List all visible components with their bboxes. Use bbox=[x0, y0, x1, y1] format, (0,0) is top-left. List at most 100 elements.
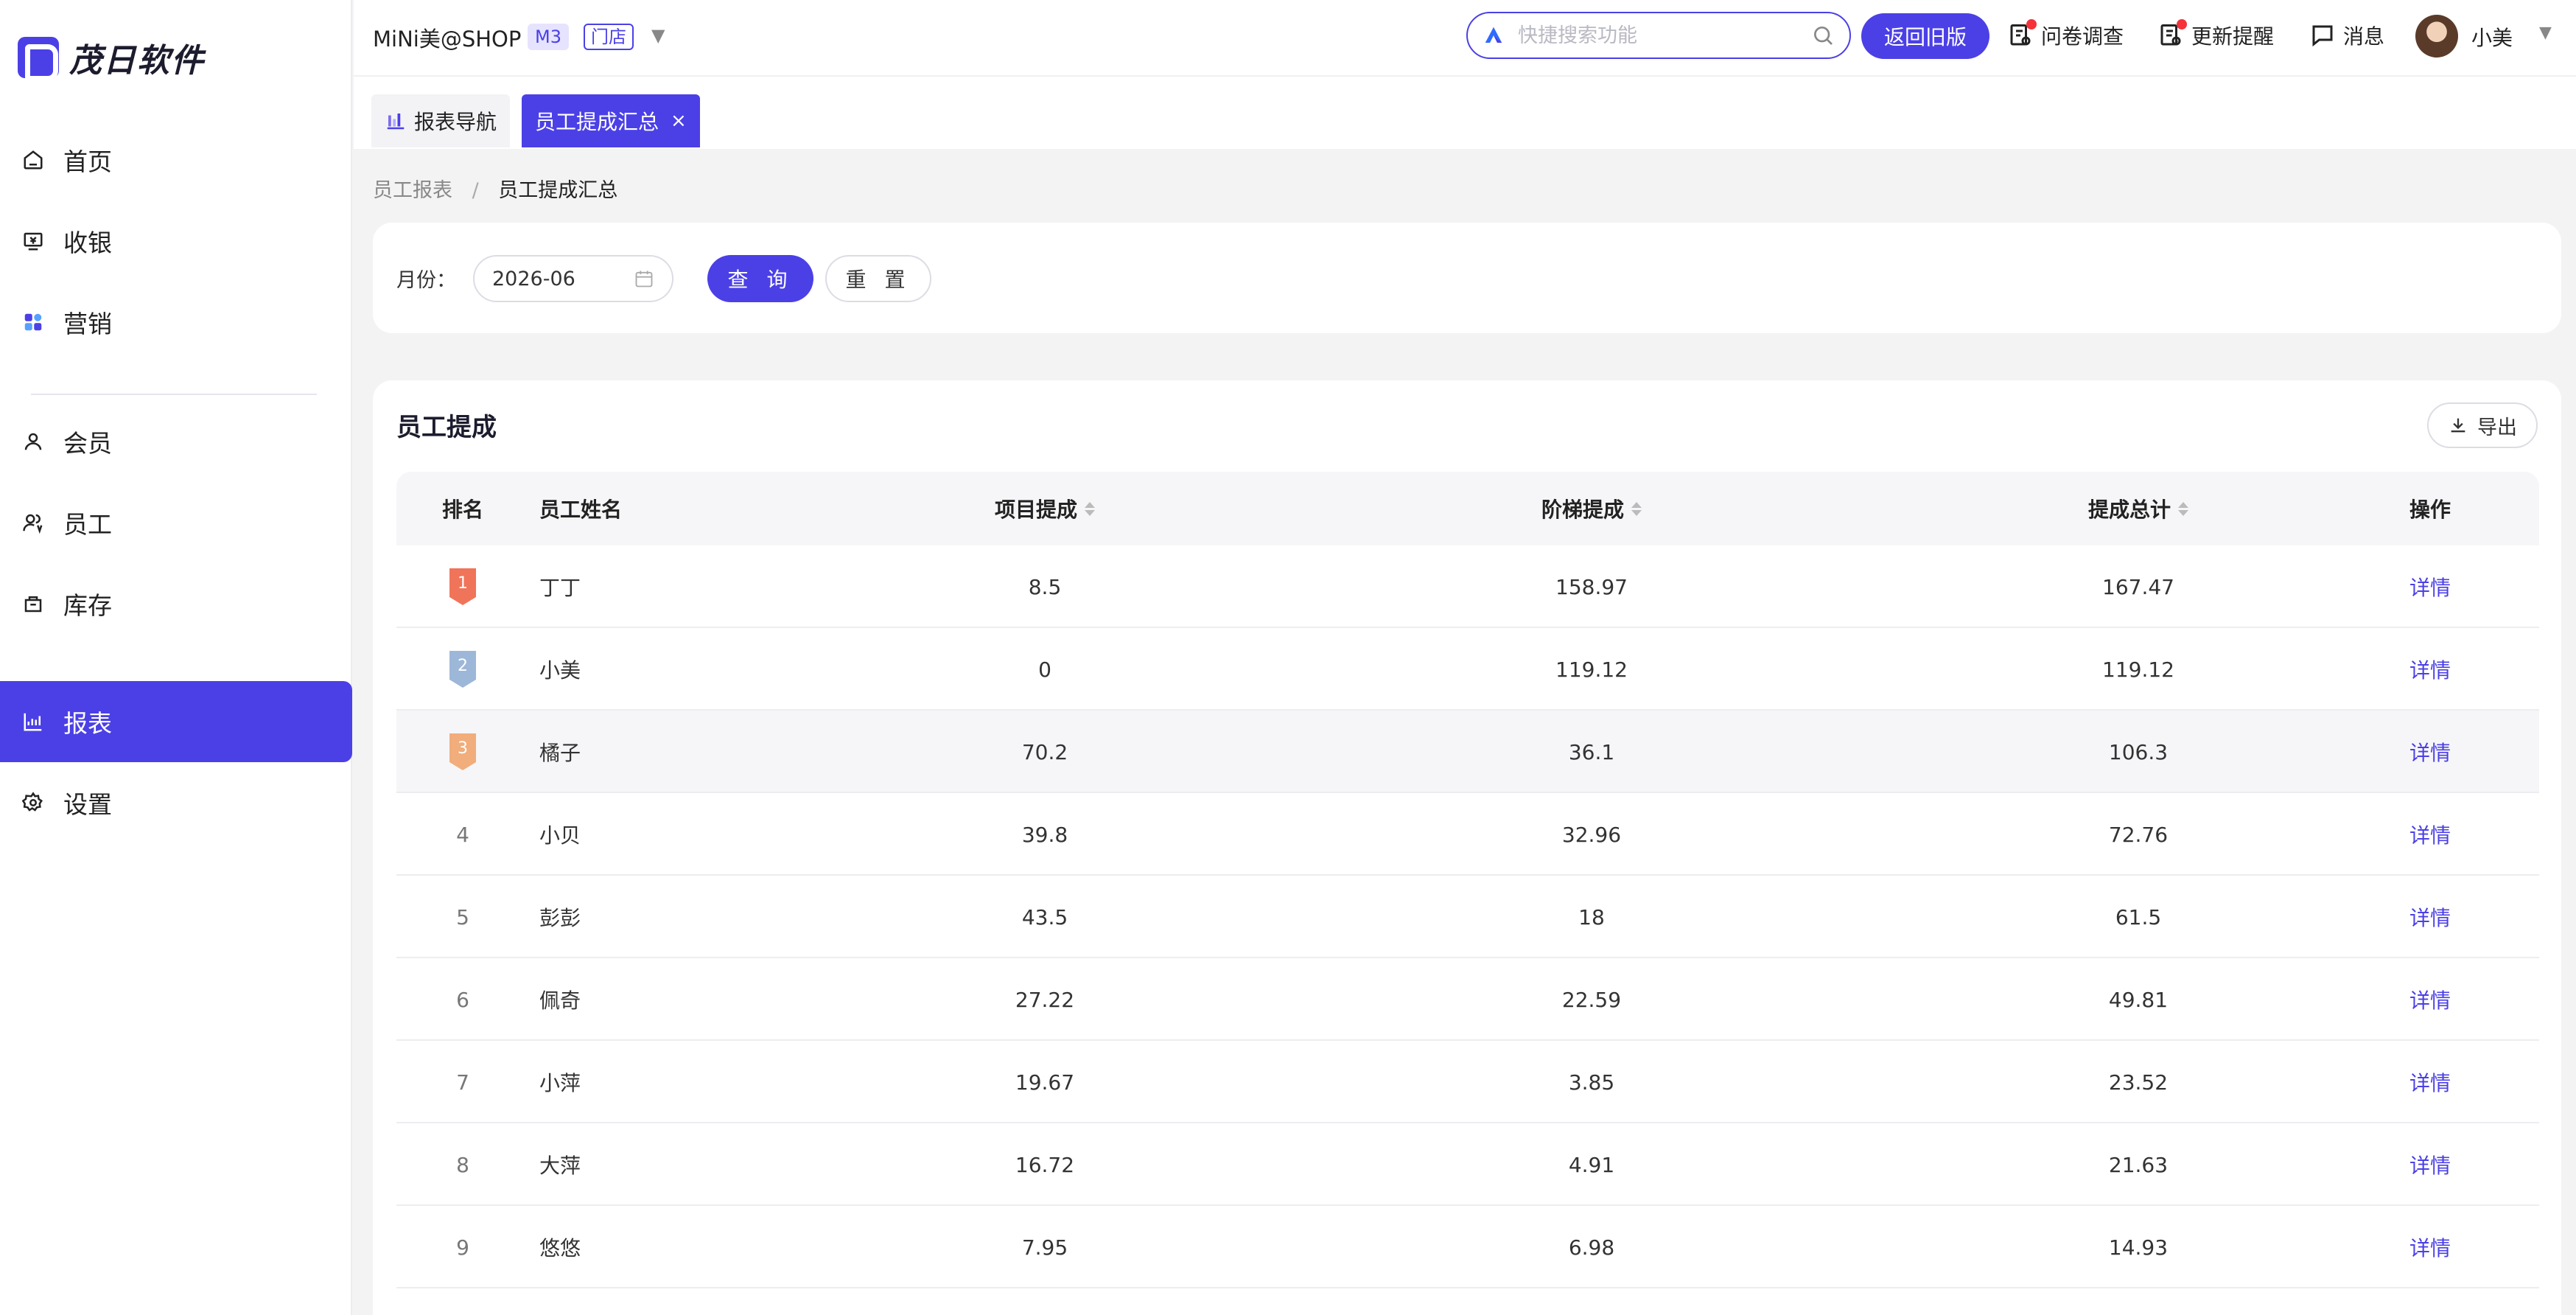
column-header-total-commission[interactable]: 提成总计 bbox=[1903, 472, 2374, 545]
breadcrumb-current: 员工提成汇总 bbox=[498, 179, 618, 202]
staff-icon bbox=[22, 512, 44, 534]
bronze-medal-icon: 3 bbox=[449, 733, 476, 770]
detail-link[interactable]: 详情 bbox=[2356, 1041, 2504, 1123]
month-picker[interactable]: 2026-06 bbox=[473, 255, 673, 302]
sidebar-item-label: 营销 bbox=[63, 310, 112, 338]
sidebar-item-cashier[interactable]: 收银 bbox=[0, 200, 352, 282]
sort-icon[interactable] bbox=[1085, 501, 1095, 516]
column-header-label: 项目提成 bbox=[994, 498, 1077, 522]
ai-search-logo-icon bbox=[1485, 27, 1502, 43]
shop-switch-chevron-down-icon[interactable]: ▼ bbox=[651, 25, 665, 46]
table-row: 2 小美 0 119.12 119.12 详情 bbox=[396, 628, 2539, 711]
rank-cell: 1 bbox=[396, 545, 529, 628]
project-commission-cell: 43.5 bbox=[1021, 904, 1068, 929]
rank-cell: 6 bbox=[456, 987, 469, 1012]
month-label: 月份： bbox=[396, 269, 456, 292]
cashier-icon bbox=[22, 230, 44, 252]
sidebar-item-label: 会员 bbox=[63, 429, 112, 458]
return-old-version-button[interactable]: 返回旧版 bbox=[1861, 13, 1989, 59]
project-commission-cell: 27.22 bbox=[1015, 987, 1075, 1012]
staff-name-cell: 丁丁 bbox=[539, 576, 581, 600]
tier-commission-cell: 32.96 bbox=[1561, 822, 1622, 847]
detail-link[interactable]: 详情 bbox=[2356, 876, 2504, 958]
search-input[interactable] bbox=[1518, 24, 1811, 47]
tier-commission-cell: 158.97 bbox=[1555, 574, 1628, 599]
commission-table: 排名 员工姓名 项目提成 阶梯提成 提成总计 操作 1 丁丁 8.5 158.9… bbox=[396, 472, 2539, 1288]
message-label: 消息 bbox=[2343, 24, 2385, 49]
rank-cell: 5 bbox=[456, 904, 469, 929]
staff-name-cell: 大萍 bbox=[539, 1154, 581, 1178]
sidebar-item-marketing[interactable]: 营销 bbox=[0, 282, 352, 363]
breadcrumb-separator: / bbox=[472, 179, 479, 202]
project-commission-cell: 0 bbox=[1038, 657, 1051, 682]
detail-link[interactable]: 详情 bbox=[2356, 711, 2504, 793]
column-header-tier-commission[interactable]: 阶梯提成 bbox=[1356, 472, 1827, 545]
query-button[interactable]: 查 询 bbox=[707, 255, 813, 302]
survey-link[interactable]: 问卷调查 bbox=[2007, 19, 2124, 52]
total-commission-cell: 21.63 bbox=[2108, 1152, 2169, 1177]
project-commission-cell: 19.67 bbox=[1015, 1070, 1075, 1095]
staff-name-cell: 悠悠 bbox=[539, 1236, 581, 1260]
calendar-icon bbox=[635, 271, 653, 287]
tier-commission-cell: 119.12 bbox=[1555, 657, 1628, 682]
sidebar-item-member[interactable]: 会员 bbox=[0, 401, 352, 482]
breadcrumb-parent[interactable]: 员工报表 bbox=[373, 179, 452, 202]
search-icon[interactable] bbox=[1811, 24, 1835, 47]
detail-link[interactable]: 详情 bbox=[2356, 958, 2504, 1041]
total-commission-cell: 167.47 bbox=[2102, 574, 2174, 599]
sort-icon[interactable] bbox=[2178, 501, 2188, 516]
survey-notification-dot bbox=[2026, 19, 2037, 29]
tab-report-navigation[interactable]: 报表导航 bbox=[371, 94, 511, 147]
sidebar-item-staff[interactable]: 员工 bbox=[0, 482, 352, 563]
page-tabs: 报表导航 员工提成汇总 × bbox=[354, 77, 2576, 149]
table-row: 7 小萍 19.67 3.85 23.52 详情 bbox=[396, 1041, 2539, 1123]
sort-icon[interactable] bbox=[1631, 501, 1642, 516]
table-row: 5 彭彭 43.5 18 61.5 详情 bbox=[396, 876, 2539, 958]
app-logo[interactable]: 茂日软件 bbox=[18, 37, 205, 81]
messages-link[interactable]: 消息 bbox=[2309, 19, 2384, 52]
detail-link[interactable]: 详情 bbox=[2356, 1123, 2504, 1206]
column-header-label: 阶梯提成 bbox=[1541, 498, 1624, 522]
member-icon bbox=[22, 430, 44, 453]
update-label: 更新提醒 bbox=[2191, 24, 2275, 49]
card-title: 员工提成 bbox=[396, 413, 497, 442]
total-commission-cell: 14.93 bbox=[2108, 1235, 2169, 1260]
staff-name-cell: 彭彭 bbox=[539, 906, 581, 930]
reset-button[interactable]: 重 置 bbox=[825, 255, 931, 302]
export-button[interactable]: 导出 bbox=[2427, 402, 2538, 448]
detail-link[interactable]: 详情 bbox=[2356, 545, 2504, 628]
sidebar-item-inventory[interactable]: 库存 bbox=[0, 563, 352, 644]
menu-divider bbox=[31, 394, 317, 395]
tab-staff-commission-summary[interactable]: 员工提成汇总 × bbox=[522, 94, 700, 147]
detail-link[interactable]: 详情 bbox=[2356, 793, 2504, 876]
tier-commission-cell: 36.1 bbox=[1568, 739, 1615, 764]
quick-search[interactable] bbox=[1466, 12, 1851, 59]
message-icon bbox=[2309, 22, 2336, 49]
sidebar-item-report[interactable]: 报表 bbox=[0, 681, 352, 762]
close-icon[interactable]: × bbox=[671, 110, 687, 132]
filter-card: 月份： 2026-06 查 询 重 置 bbox=[373, 223, 2561, 333]
rank-cell: 9 bbox=[456, 1235, 469, 1260]
column-header-project-commission[interactable]: 项目提成 bbox=[809, 472, 1281, 545]
shop-name[interactable]: MiNi美@SHOP bbox=[373, 22, 521, 53]
update-reminder-link[interactable]: 更新提醒 bbox=[2157, 19, 2274, 52]
table-row: 8 大萍 16.72 4.91 21.63 详情 bbox=[396, 1123, 2539, 1206]
sidebar-item-label: 设置 bbox=[63, 790, 112, 819]
detail-link[interactable]: 详情 bbox=[2356, 1206, 2504, 1288]
staff-name-cell: 小美 bbox=[539, 658, 581, 683]
column-header-rank: 排名 bbox=[441, 498, 483, 522]
project-commission-cell: 7.95 bbox=[1021, 1235, 1068, 1260]
sidebar-item-home[interactable]: 首页 bbox=[0, 119, 352, 200]
silver-medal-icon: 2 bbox=[449, 651, 476, 688]
sidebar-item-settings[interactable]: 设置 bbox=[0, 762, 352, 843]
user-menu-chevron-down-icon[interactable]: ▼ bbox=[2539, 24, 2552, 42]
user-name[interactable]: 小美 bbox=[2471, 22, 2513, 52]
download-icon bbox=[2451, 418, 2465, 433]
staff-name-cell: 小贝 bbox=[539, 823, 581, 848]
update-reminder-icon bbox=[2157, 19, 2187, 49]
detail-link[interactable]: 详情 bbox=[2356, 628, 2504, 711]
sidebar-item-label: 员工 bbox=[63, 510, 112, 539]
survey-label: 问卷调查 bbox=[2041, 24, 2124, 49]
avatar[interactable] bbox=[2415, 15, 2458, 57]
breadcrumb: 员工报表 / 员工提成汇总 bbox=[373, 174, 617, 203]
